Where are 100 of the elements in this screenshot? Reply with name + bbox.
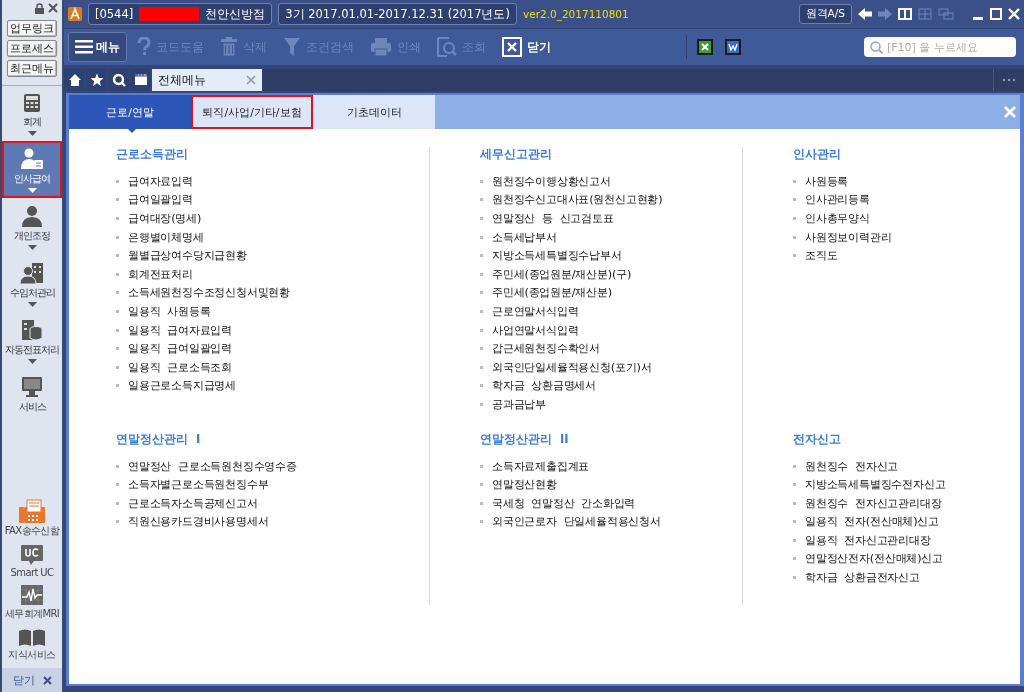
bullet-icon xyxy=(116,198,119,202)
menu-link[interactable]: 외국인단일세율적용신청(포기)서 xyxy=(492,359,652,375)
company-text: 천안신방점 xyxy=(205,6,266,22)
menu-button[interactable]: 메뉴 xyxy=(68,32,127,62)
menu-link[interactable]: 직원신용카드경비사용명세서 xyxy=(128,514,269,530)
pulse-chart-icon[interactable] xyxy=(20,584,44,606)
menu-link[interactable]: 사원등록 xyxy=(805,173,849,189)
toolbar-button[interactable]: 닫기 xyxy=(496,32,557,62)
home-icon[interactable] xyxy=(67,73,82,87)
menu-link[interactable]: 주민세(종업원분/재산분)(구) xyxy=(492,266,632,282)
sidebar-item[interactable]: 수임처관리 xyxy=(2,255,62,312)
bullet-icon xyxy=(116,328,119,332)
bullet-icon xyxy=(480,309,483,313)
menu-link[interactable]: 국세청 연말정산 간소화입력 xyxy=(492,495,636,511)
document-icon[interactable] xyxy=(725,39,741,55)
star-icon[interactable] xyxy=(89,73,104,87)
menu-link[interactable]: 공과금납부 xyxy=(492,396,546,412)
menu-link[interactable]: 지방소득세특별징수납부서 xyxy=(492,248,622,264)
menu-link[interactable]: 연말정산현황 xyxy=(492,477,557,493)
tool-label[interactable]: FAX송수신함 xyxy=(4,524,60,538)
menu-link[interactable]: 연말정산 등 신고검토표 xyxy=(492,211,614,226)
search-icon[interactable] xyxy=(111,73,126,87)
section-title: 세무신고관리 xyxy=(480,147,553,162)
fax-icon[interactable] xyxy=(19,499,45,523)
sidebar-item[interactable]: 자동전표처리 xyxy=(2,312,62,369)
menu-link[interactable]: 일용직 급여일괄입력 xyxy=(128,341,232,357)
menu-link[interactable]: 일용직 급여자료입력 xyxy=(128,322,232,338)
bullet-icon xyxy=(480,272,483,276)
menu-link[interactable]: 소득자료제출집계표 xyxy=(492,458,590,474)
menu-link[interactable]: 갑근세원천징수확인서 xyxy=(492,341,600,357)
menu-link[interactable]: 일용직 전자신고관리대장 xyxy=(805,532,931,548)
tool-label[interactable]: Smart UC xyxy=(10,567,54,578)
menu-link[interactable]: 일용근로소득지급명세 xyxy=(128,378,236,394)
menu-link[interactable]: 소득자별근로소득원천징수부 xyxy=(128,477,269,493)
sidebar-item-label: 개인조정 xyxy=(14,229,50,243)
menu-link[interactable]: 지방소득세특별징수전자신고 xyxy=(805,477,946,493)
sidebar-item[interactable]: 서비스 xyxy=(2,369,62,419)
menu-link[interactable]: 급여자료입력 xyxy=(128,173,193,189)
menu-link[interactable]: 인사관리등록 xyxy=(805,192,870,208)
remote-support-button[interactable]: 원격A/S xyxy=(798,4,852,24)
sidebar-item[interactable]: 인사급여 xyxy=(2,141,62,198)
database-icon xyxy=(21,319,43,341)
person-building-icon xyxy=(20,262,44,284)
back-arrow-icon[interactable] xyxy=(858,8,872,20)
menu-link[interactable]: 일용직 전자(전산매체)신고 xyxy=(805,514,939,530)
menu-link[interactable]: 회계전표처리 xyxy=(128,266,193,282)
menu-link[interactable]: 연말정산전자(전산매체)신고 xyxy=(805,551,943,567)
menu-link[interactable]: 근로연말서식입력 xyxy=(492,303,579,319)
menu-link[interactable]: 사업연말서식입력 xyxy=(492,322,579,338)
menu-link[interactable]: 근로소득자소득공제신고서 xyxy=(128,495,258,511)
tool-label[interactable]: 세무회계MRI xyxy=(4,607,60,621)
bullet-icon xyxy=(116,501,119,505)
menu-link[interactable]: 원천징수이행상황신고서 xyxy=(492,173,611,189)
quick-link-button[interactable]: 최근메뉴 xyxy=(7,60,57,77)
menu-link[interactable]: 소득세납부서 xyxy=(492,229,557,245)
menu-link[interactable]: 학자금 상환금전자신고 xyxy=(805,570,920,586)
maximize-icon[interactable] xyxy=(990,8,1002,20)
sidebar-item[interactable]: 개인조정 xyxy=(2,198,62,255)
menu-tab[interactable]: 기초데이터 xyxy=(313,95,435,129)
clapper-icon[interactable] xyxy=(133,73,148,87)
menu-link[interactable]: 급여대장(명세) xyxy=(128,211,202,226)
chat-bubble-icon[interactable] xyxy=(20,544,44,566)
bullet-icon xyxy=(116,217,119,220)
menu-link[interactable]: 사원정보이력관리 xyxy=(805,229,892,245)
menu-link[interactable]: 일용직 사원등록 xyxy=(128,303,211,319)
sidebar-close-button[interactable]: 닫기 xyxy=(2,668,62,692)
bullet-icon xyxy=(480,384,483,388)
menu-link[interactable]: 조직도 xyxy=(805,248,838,264)
redaction-bar xyxy=(139,7,200,21)
menu-link[interactable]: 은행별이체명세 xyxy=(128,229,204,245)
menu-icon xyxy=(75,40,93,54)
menu-link[interactable]: 소득세원천징수조정신청서및현황 xyxy=(128,285,290,301)
section-title: 전자신고 xyxy=(793,431,842,447)
menu-link[interactable]: 일용직 근로소득조회 xyxy=(128,359,232,375)
page-tab[interactable]: 전체메뉴 xyxy=(152,69,262,91)
menu-link[interactable]: 원천징수 전자신고 xyxy=(805,458,899,474)
menu-link[interactable]: 학자금 상환금명세서 xyxy=(492,378,596,394)
book-icon[interactable] xyxy=(18,627,46,647)
menu-link[interactable]: 외국인근로자 단일세율적용신청서 xyxy=(492,514,661,530)
sidebar-item[interactable]: 회계 xyxy=(2,86,62,141)
menu-link[interactable]: 급여일괄입력 xyxy=(128,192,193,208)
menu-link[interactable]: 원천징수신고대사표(원천신고현황) xyxy=(492,192,663,208)
calculator-icon xyxy=(23,93,41,113)
menu-link[interactable]: 연말정산 근로소득원천징수영수증 xyxy=(128,458,297,474)
quick-link-button[interactable]: 업무링크 xyxy=(7,20,57,37)
menu-link[interactable]: 인사총무양식 xyxy=(805,211,870,226)
bullet-icon xyxy=(480,198,483,202)
printer-icon xyxy=(370,37,392,57)
quick-link-button[interactable]: 프로세스 xyxy=(7,40,57,57)
menu-link[interactable]: 주민세(종업원분/재산분) xyxy=(492,285,613,301)
menu-tab[interactable]: 퇴직/사업/기타/보험 xyxy=(191,95,313,129)
close-icon[interactable] xyxy=(48,3,58,13)
menu-link[interactable]: 원천징수 전자신고관리대장 xyxy=(805,495,942,511)
sidebar-item-label: 회계 xyxy=(23,115,41,129)
more-icon[interactable] xyxy=(1002,78,1016,82)
spreadsheet-icon[interactable] xyxy=(697,39,713,55)
book-icon[interactable] xyxy=(898,8,912,20)
menu-link[interactable]: 월별급상여수당지급현황 xyxy=(128,248,247,264)
tool-label[interactable]: 지식서비스 xyxy=(8,648,56,662)
search-field[interactable]: [F10] 을 누르세요 xyxy=(864,37,1016,57)
